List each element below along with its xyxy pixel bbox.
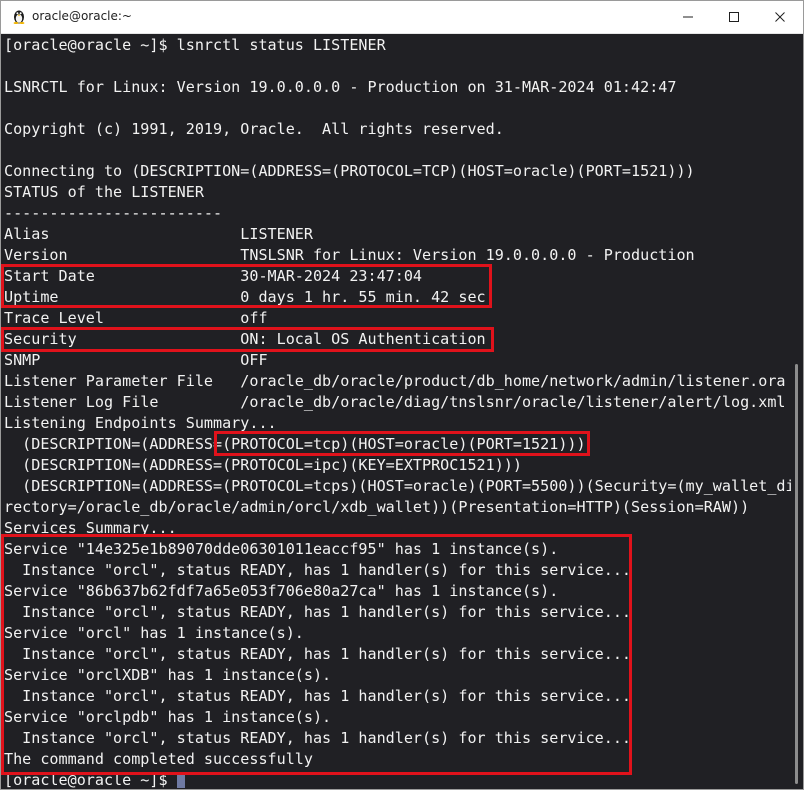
penguin-app-icon	[13, 10, 25, 24]
scrollbar-thumb[interactable]	[795, 364, 798, 784]
terminal-prompt-line[interactable]: [oracle@oracle ~]$	[4, 770, 791, 789]
terminal-window: oracle@oracle:~ [oracle@oracle ~]$ lsnrc…	[0, 0, 804, 790]
terminal-line: Trace Level off	[4, 309, 268, 327]
terminal-line: Listener Log File /oracle_db/oracle/diag…	[4, 393, 786, 411]
terminal-output-area[interactable]: [oracle@oracle ~]$ lsnrctl status LISTEN…	[1, 34, 791, 789]
vertical-scrollbar[interactable]	[791, 34, 803, 789]
maximize-icon	[729, 12, 739, 22]
terminal-line: LSNRCTL for Linux: Version 19.0.0.0.0 - …	[4, 78, 677, 96]
maximize-button[interactable]	[711, 1, 757, 33]
terminal-line: (DESCRIPTION=(ADDRESS=(PROTOCOL=ipc)(KEY…	[4, 456, 522, 474]
text-cursor	[176, 772, 185, 788]
terminal-line: Start Date 30-MAR-2024 23:47:04	[4, 267, 423, 285]
terminal-line: Listening Endpoints Summary...	[4, 414, 277, 432]
terminal-line: Alias LISTENER	[4, 225, 313, 243]
terminal-line: (DESCRIPTION=(ADDRESS=(PROTOCOL=tcp)(HOS…	[4, 435, 586, 453]
terminal-line: Instance "orcl", status READY, has 1 han…	[4, 645, 632, 663]
terminal-line: Instance "orcl", status READY, has 1 han…	[4, 687, 632, 705]
terminal-line: Copyright (c) 1991, 2019, Oracle. All ri…	[4, 120, 504, 138]
terminal-line: Service "14e325e1b89070dde06301011eaccf9…	[4, 540, 559, 558]
terminal-line: Service "orcl" has 1 instance(s).	[4, 624, 304, 642]
close-icon	[775, 12, 785, 22]
terminal-line: Uptime 0 days 1 hr. 55 min. 42 sec	[4, 288, 486, 306]
terminal-line: The command completed successfully	[4, 750, 313, 768]
terminal-line: Security ON: Local OS Authentication	[4, 330, 486, 348]
terminal-line: Instance "orcl", status READY, has 1 han…	[4, 603, 632, 621]
terminal-line: Connecting to (DESCRIPTION=(ADDRESS=(PRO…	[4, 162, 695, 180]
terminal-line: Instance "orcl", status READY, has 1 han…	[4, 729, 632, 747]
terminal-line: SNMP OFF	[4, 351, 268, 369]
terminal-prompt: [oracle@oracle ~]$	[4, 771, 177, 789]
terminal-line: Service "orclpdb" has 1 instance(s).	[4, 708, 332, 726]
minimize-icon	[683, 16, 693, 18]
terminal-line: Instance "orcl", status READY, has 1 han…	[4, 561, 632, 579]
terminal-line: rectory=/oracle_db/oracle/admin/orcl/xdb…	[4, 498, 750, 516]
close-button[interactable]	[757, 1, 803, 33]
terminal-line: ------------------------	[4, 204, 223, 222]
terminal-line: [oracle@oracle ~]$ lsnrctl status LISTEN…	[4, 36, 386, 54]
terminal-line: Service "orclXDB" has 1 instance(s).	[4, 666, 332, 684]
terminal-lines: [oracle@oracle ~]$ lsnrctl status LISTEN…	[4, 35, 791, 789]
terminal-line: Service "86b637b62fdf7a65e053f706e80a27c…	[4, 582, 559, 600]
window-title: oracle@oracle:~	[32, 9, 132, 23]
terminal-line: (DESCRIPTION=(ADDRESS=(PROTOCOL=tcps)(HO…	[4, 477, 791, 495]
terminal-line: STATUS of the LISTENER	[4, 183, 204, 201]
minimize-button[interactable]	[665, 1, 711, 33]
title-bar[interactable]: oracle@oracle:~	[1, 1, 803, 34]
terminal-line: Services Summary...	[4, 519, 177, 537]
terminal-line: Listener Parameter File /oracle_db/oracl…	[4, 372, 786, 390]
terminal-line: Version TNSLSNR for Linux: Version 19.0.…	[4, 246, 695, 264]
